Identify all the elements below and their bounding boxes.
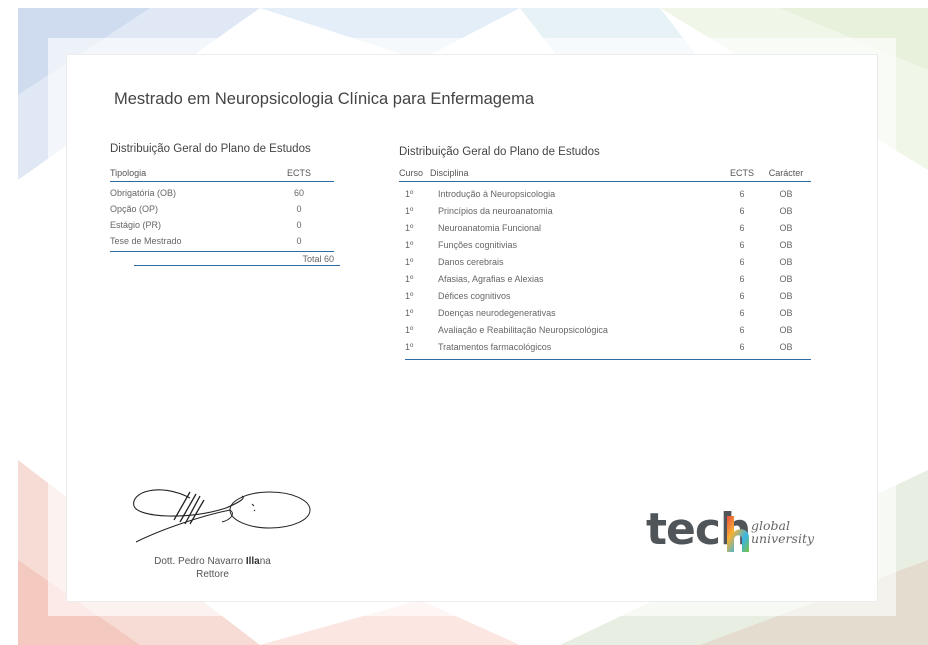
table-row: 1º Princípios da neuroanatomia 6 OB: [405, 203, 811, 220]
table-row: 1º Funções cognitivias 6 OB: [405, 237, 811, 254]
cell-caracter: OB: [779, 189, 793, 199]
cell-curso: 1º: [405, 325, 414, 335]
cell-ects: 6: [739, 257, 745, 267]
cell-curso: 1º: [405, 240, 414, 250]
cell-disciplina: Neuroanatomia Funcional: [438, 223, 542, 233]
header-ects: ECTS: [286, 168, 311, 178]
cell-disciplina: Introdução à Neuropsicologia: [438, 189, 556, 199]
cell-curso: 1º: [405, 206, 414, 216]
cell-tipologia: Estágio (PR): [110, 220, 162, 230]
cell-ects: 0: [296, 236, 302, 246]
table-row: Estágio (PR) 0: [110, 217, 334, 233]
cell-curso: 1º: [405, 308, 414, 318]
cell-disciplina: Danos cerebrais: [438, 257, 504, 267]
cell-ects: 6: [739, 274, 745, 284]
cell-caracter: OB: [779, 325, 793, 335]
cell-tipologia: Obrigatória (OB): [110, 188, 177, 198]
cell-ects: 6: [739, 223, 745, 233]
cell-curso: 1º: [405, 257, 414, 267]
header-curso: Curso: [399, 168, 424, 178]
table-row: 1º Neuroanatomia Funcional 6 OB: [405, 220, 811, 237]
cell-curso: 1º: [405, 189, 414, 199]
tech-logo-h-gradient-icon: [727, 516, 749, 552]
name-part: na: [259, 556, 271, 567]
table-row: Tese de Mestrado 0: [110, 233, 334, 249]
cell-caracter: OB: [779, 240, 793, 250]
table-row: Opção (OP) 0: [110, 201, 334, 217]
header-tipologia: Tipologia: [110, 168, 147, 178]
cell-caracter: OB: [779, 308, 793, 318]
cell-ects: 0: [296, 204, 302, 214]
rector-signature: [133, 489, 311, 543]
cell-disciplina: Avaliação e Reabilitação Neuropsicológic…: [438, 325, 608, 335]
cell-curso: 1º: [405, 291, 414, 301]
cell-disciplina: Doenças neurodegenerativas: [438, 308, 556, 318]
cell-ects: 6: [739, 206, 745, 216]
signatory-role: Rettore: [196, 569, 229, 580]
table-header: Tipologia ECTS: [110, 168, 334, 182]
cell-ects: 6: [739, 308, 745, 318]
table-row: 1º Doenças neurodegenerativas 6 OB: [405, 305, 811, 322]
cell-caracter: OB: [779, 274, 793, 284]
cell-curso: 1º: [405, 274, 414, 284]
table-header: Curso Disciplina ECTS Carácter: [399, 168, 811, 182]
table-row: Obrigatória (OB) 60: [110, 185, 334, 201]
name-part: Dott. Pedro Navarro: [154, 556, 246, 567]
table-row: 1º Danos cerebrais 6 OB: [405, 254, 811, 271]
table-row: 1º Introdução à Neuropsicologia 6 OB: [405, 186, 811, 203]
cell-caracter: OB: [779, 342, 793, 352]
cell-disciplina: Défices cognitivos: [438, 291, 511, 301]
cell-ects: 60: [293, 188, 304, 198]
general-table-title: Distribuição Geral do Plano de Estudos: [110, 143, 311, 155]
table-row: 1º Afasias, Agrafias e Alexias 6 OB: [405, 271, 811, 288]
cell-caracter: OB: [779, 206, 793, 216]
logo-line-university: university: [751, 531, 815, 546]
detail-table-title: Distribuição Geral do Plano de Estudos: [399, 146, 600, 158]
table-row: 1º Avaliação e Reabilitação Neuropsicológ…: [405, 322, 811, 339]
table-row: 1º Tratamentos farmacológicos 6 OB: [405, 339, 811, 356]
header-disciplina: Disciplina: [430, 168, 469, 178]
header-caracter: Carácter: [768, 168, 804, 178]
cell-disciplina: Afasias, Agrafias e Alexias: [438, 274, 544, 284]
signatory: Dott. Pedro Navarro Illana Rettore: [110, 555, 315, 581]
header-ects: ECTS: [729, 168, 754, 178]
subjects-table: Curso Disciplina ECTS Carácter 1º Introdu…: [399, 168, 811, 360]
certificate-title: Mestrado em Neuropsicologia Clínica para…: [114, 90, 535, 108]
cell-ects: 6: [739, 325, 745, 335]
cell-disciplina: Tratamentos farmacológicos: [438, 342, 552, 352]
total-ects: Total 60: [134, 252, 340, 266]
cell-disciplina: Princípios da neuroanatomia: [438, 206, 553, 216]
cell-curso: 1º: [405, 223, 414, 233]
cell-ects: 6: [739, 291, 745, 301]
cell-ects: 0: [296, 220, 302, 230]
general-distribution-table: Tipologia ECTS Obrigatória (OB) 60 Opção …: [110, 168, 340, 266]
cell-tipologia: Tese de Mestrado: [110, 236, 182, 246]
cell-curso: 1º: [405, 342, 414, 352]
tech-logo-subtitle: global university: [751, 519, 814, 545]
name-part-bold: Illa: [245, 556, 260, 567]
cell-caracter: OB: [779, 223, 793, 233]
cell-caracter: OB: [779, 291, 793, 301]
cell-ects: 6: [739, 240, 745, 250]
cell-caracter: OB: [779, 257, 793, 267]
table-row: 1º Défices cognitivos 6 OB: [405, 288, 811, 305]
cell-tipologia: Opção (OP): [110, 204, 159, 214]
cell-disciplina: Funções cognitivias: [438, 240, 518, 250]
signatory-name: Dott. Pedro Navarro Illana: [110, 555, 315, 568]
cell-ects: 6: [739, 342, 745, 352]
cell-ects: 6: [739, 189, 745, 199]
